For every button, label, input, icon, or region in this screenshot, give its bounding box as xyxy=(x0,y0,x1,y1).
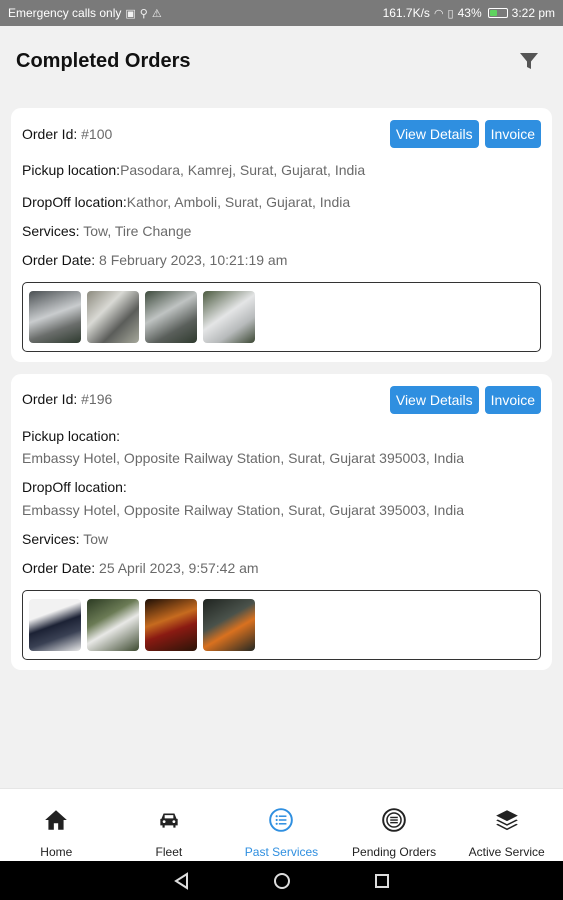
order-id-label: Order Id: xyxy=(22,125,78,142)
nav-fleet[interactable]: Fleet xyxy=(113,789,226,861)
home-icon xyxy=(45,810,68,830)
vehicle-photo[interactable] xyxy=(145,290,197,343)
dropoff-label: DropOff location: xyxy=(22,479,127,496)
nav-home[interactable]: Home xyxy=(0,789,113,861)
system-nav-bar xyxy=(0,861,563,900)
pickup-location: Pickup location: Embassy Hotel, Opposite… xyxy=(22,427,541,469)
sim-icon: ▣ xyxy=(125,7,136,20)
photo-strip xyxy=(22,589,541,660)
list-circle-icon xyxy=(382,808,406,832)
services-value: Tow xyxy=(83,531,109,548)
pickup-value: Pasodara, Kamrej, Surat, Gujarat, India xyxy=(120,162,366,178)
services: Services: Tow, Tire Change xyxy=(22,222,541,241)
battery-icon xyxy=(487,8,508,18)
order-id-value: #196 xyxy=(81,391,113,408)
warning-icon: ⚠ xyxy=(151,7,162,20)
nav-fleet-label: Fleet xyxy=(155,845,183,859)
order-card: Order Id: #196 View Details Invoice Pick… xyxy=(11,373,552,670)
vibrate-icon: ▯ xyxy=(447,7,454,20)
services-label: Services: xyxy=(22,531,80,548)
nav-active-service-label: Active Service xyxy=(468,845,545,859)
battery-percent: 43% xyxy=(457,6,482,20)
nav-active-service[interactable]: Active Service xyxy=(450,789,563,861)
nav-past-services[interactable]: Past Services xyxy=(225,789,338,861)
vehicle-photo[interactable] xyxy=(29,290,81,343)
order-date-value: 8 February 2023, 10:21:19 am xyxy=(99,251,288,268)
nav-home-label: Home xyxy=(40,845,73,859)
carrier-text: Emergency calls only xyxy=(8,6,122,20)
services-label: Services: xyxy=(22,222,80,239)
vehicle-photo[interactable] xyxy=(203,598,255,651)
dropoff-location: DropOff location: Embassy Hotel, Opposit… xyxy=(22,478,541,520)
dropoff-value: Kathor, Amboli, Surat, Gujarat, India xyxy=(126,193,351,210)
order-card: Order Id: #100 View Details Invoice Pick… xyxy=(11,108,552,362)
car-icon xyxy=(160,813,178,828)
order-id: Order Id: #100 xyxy=(22,125,112,144)
order-id-label: Order Id: xyxy=(22,391,78,408)
dropoff-location: DropOff location:Kathor, Amboli, Surat, … xyxy=(22,193,541,212)
nav-past-services-label: Past Services xyxy=(244,845,319,859)
pickup-value: Embassy Hotel, Opposite Railway Station,… xyxy=(22,450,465,467)
order-id: Order Id: #196 xyxy=(22,390,112,409)
filter-button[interactable] xyxy=(511,43,547,79)
network-speed: 161.7K/s xyxy=(382,6,430,20)
home-button-icon[interactable] xyxy=(272,871,292,891)
dropoff-label: DropOff location: xyxy=(22,193,127,210)
photo-strip xyxy=(22,281,541,352)
orders-list: Order Id: #100 View Details Invoice Pick… xyxy=(11,108,552,682)
order-date: Order Date: 8 February 2023, 10:21:19 am xyxy=(22,251,541,270)
filter-icon xyxy=(520,53,538,69)
usb-icon: ⚲ xyxy=(139,7,148,20)
order-date: Order Date: 25 April 2023, 9:57:42 am xyxy=(22,559,541,578)
list-icon xyxy=(269,808,294,832)
order-date-label: Order Date: xyxy=(22,251,96,268)
bottom-navigation: Home Fleet Past Services Pending Orders xyxy=(0,788,563,861)
services: Services: Tow xyxy=(22,530,541,549)
layers-icon xyxy=(495,810,518,831)
pickup-label: Pickup location: xyxy=(22,162,121,178)
battery-fill xyxy=(489,10,498,16)
nav-pending-orders[interactable]: Pending Orders xyxy=(338,789,451,861)
page-title: Completed Orders xyxy=(16,49,191,72)
pickup-location: Pickup location:Pasodara, Kamrej, Surat,… xyxy=(22,161,541,180)
dropoff-value: Embassy Hotel, Opposite Railway Station,… xyxy=(22,502,465,519)
invoice-button[interactable]: Invoice xyxy=(484,120,541,148)
vehicle-photo[interactable] xyxy=(29,598,81,651)
recents-icon[interactable] xyxy=(372,871,392,891)
clock: 3:22 pm xyxy=(511,6,555,20)
vehicle-photo[interactable] xyxy=(87,290,139,343)
vehicle-photo[interactable] xyxy=(203,290,255,343)
order-date-label: Order Date: xyxy=(22,560,96,577)
wifi-icon: ◠ xyxy=(433,7,444,20)
status-bar: Emergency calls only ▣ ⚲ ⚠ 161.7K/s ◠ ▯ … xyxy=(0,0,563,26)
view-details-button[interactable]: View Details xyxy=(389,120,479,148)
view-details-button[interactable]: View Details xyxy=(389,385,479,414)
pickup-label: Pickup location: xyxy=(22,427,121,444)
services-value: Tow, Tire Change xyxy=(83,222,192,239)
back-icon[interactable] xyxy=(172,871,192,891)
order-date-value: 25 April 2023, 9:57:42 am xyxy=(99,560,259,577)
app-header: Completed Orders xyxy=(0,26,563,96)
vehicle-photo[interactable] xyxy=(87,598,139,651)
order-id-value: #100 xyxy=(81,125,113,142)
nav-pending-orders-label: Pending Orders xyxy=(352,845,437,859)
invoice-button[interactable]: Invoice xyxy=(484,385,541,414)
vehicle-photo[interactable] xyxy=(145,598,197,651)
